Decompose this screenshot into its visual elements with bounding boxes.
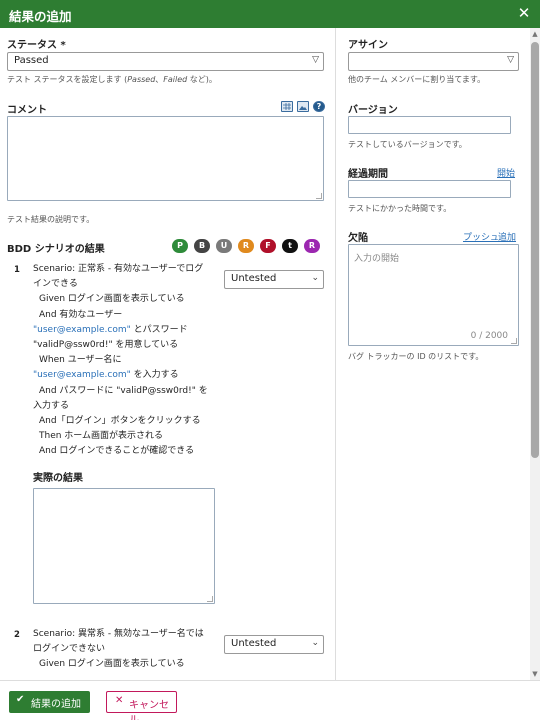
status-label: ステータス * [7, 40, 66, 51]
defects-push-link[interactable]: プッシュ [463, 230, 499, 243]
left-column: ステータス * Passed ▽ テスト ステータスを設定します (Passed… [0, 28, 336, 680]
scenario-result-select[interactable]: Untested ⌄ [224, 270, 324, 289]
step-line: "user@example.com" とパスワード [33, 324, 188, 335]
scroll-up-icon[interactable]: ▲ [530, 28, 540, 40]
assign-select[interactable]: ▽ [348, 52, 519, 71]
resize-handle[interactable] [511, 338, 517, 344]
right-column: アサイン ▽ 他のチーム メンバーに割り当てます。 バージョン テストしているバ… [337, 28, 530, 680]
comment-textarea[interactable] [7, 116, 324, 201]
step-line: And「ログイン」ボタンをクリックする [39, 416, 201, 427]
elapsed-start-link[interactable]: 開始 [497, 166, 515, 179]
step-line: 入力する [33, 400, 70, 411]
comment-toolbar: ? [281, 101, 326, 113]
step-line: インできる [33, 279, 78, 290]
badge-r[interactable]: R [304, 239, 320, 253]
dialog-footer: ✔ 結果の追加 ✕ キャンセル [0, 680, 540, 720]
scrollbar[interactable]: ▲ ▼ [530, 28, 540, 680]
scroll-down-icon[interactable]: ▼ [530, 668, 540, 680]
step-line: And ログインできることが確認できる [39, 446, 195, 457]
defects-label: 欠陥 [348, 233, 368, 244]
scenario-result-value: Untested [231, 638, 277, 649]
badge-blocked[interactable]: B [194, 239, 210, 253]
step-line: Given ログイン画面を表示している [39, 659, 185, 670]
status-help: テスト ステータスを設定します (Passed、Failed など)。 [7, 75, 217, 84]
cancel-button[interactable]: ✕ キャンセル [106, 691, 177, 720]
assign-help: 他のチーム メンバーに割り当てます。 [348, 75, 486, 84]
badge-failed[interactable]: F [260, 239, 276, 253]
actual-result-textarea[interactable] [33, 488, 215, 604]
defects-placeholder: 入力の開始 [354, 254, 400, 264]
elapsed-input[interactable] [348, 180, 511, 198]
bdd-title: BDD シナリオの結果 [7, 244, 105, 255]
add-result-button[interactable]: ✔ 結果の追加 [9, 691, 90, 713]
step-line: And 有効なユーザー [39, 309, 123, 320]
defects-add-link[interactable]: 追加 [498, 230, 516, 243]
dialog-titlebar: 結果の追加 ✕ [0, 0, 540, 28]
add-result-button-label: 結果の追加 [31, 699, 81, 710]
scenario-steps: Scenario: 異常系 - 無効なユーザー名では ログインできない Give… [33, 627, 219, 673]
step-line: And パスワードに "validP@ssw0rd!" を [39, 385, 208, 396]
status-select[interactable]: Passed ▽ [7, 52, 324, 71]
chevron-down-icon: ⌄ [311, 638, 319, 648]
defects-counter: 0 / 2000 [470, 331, 508, 341]
resize-handle[interactable] [316, 193, 322, 199]
help-icon[interactable]: ? [313, 101, 325, 112]
dialog-title: 結果の追加 [9, 9, 72, 24]
scenario-number: 1 [14, 265, 20, 275]
step-line: "validP@ssw0rd!" を用意している [33, 340, 179, 351]
elapsed-help: テストにかかった時間です。 [348, 204, 452, 213]
scenario-result-select[interactable]: Untested ⌄ [224, 635, 324, 654]
defects-help: バグ トラッカーの ID のリストです。 [348, 352, 484, 361]
version-label: バージョン [348, 105, 398, 116]
chevron-down-icon: ▽ [507, 55, 514, 65]
check-icon: ✔ [16, 694, 25, 705]
status-select-value: Passed [14, 55, 49, 66]
badge-t[interactable]: t [282, 239, 298, 253]
comment-label: コメント [7, 105, 47, 116]
badge-passed[interactable]: P [172, 239, 188, 253]
step-line: Scenario: 異常系 - 無効なユーザー名では [33, 629, 204, 639]
cancel-button-label: キャンセル [129, 700, 169, 720]
table-icon[interactable] [281, 101, 293, 112]
chevron-down-icon: ⌄ [311, 273, 319, 283]
image-icon[interactable] [297, 101, 309, 112]
chevron-down-icon: ▽ [312, 55, 319, 65]
step-line: Scenario: 正常系 - 有効なユーザーでログ [33, 264, 204, 274]
badge-untested[interactable]: U [216, 239, 232, 253]
comment-help: テスト結果の説明です。 [7, 215, 95, 224]
defects-textarea[interactable]: 入力の開始 0 / 2000 [348, 244, 519, 346]
assign-label: アサイン [348, 40, 388, 51]
scrollbar-thumb[interactable] [531, 42, 539, 458]
scenario-result-value: Untested [231, 273, 277, 284]
dialog-content: ステータス * Passed ▽ テスト ステータスを設定します (Passed… [0, 28, 530, 680]
resize-handle[interactable] [207, 596, 213, 602]
scenario-number: 2 [14, 630, 20, 640]
step-line: Given ログイン画面を表示している [39, 294, 185, 305]
version-help: テストしているバージョンです。 [348, 140, 467, 149]
badge-retest[interactable]: R [238, 239, 254, 253]
close-icon[interactable]: ✕ [516, 4, 532, 22]
step-line: ログインできない [33, 644, 106, 655]
actual-result-label: 実際の結果 [33, 473, 83, 484]
scenario-steps: Scenario: 正常系 - 有効なユーザーでログ インできる Given ロ… [33, 262, 219, 460]
step-line: When ユーザー名に [39, 355, 122, 366]
step-line: "user@example.com" を入力する [33, 370, 179, 381]
version-input[interactable] [348, 116, 511, 134]
cancel-icon: ✕ [115, 695, 124, 706]
step-line: Then ホーム画面が表示される [39, 431, 164, 442]
elapsed-label: 経過期間 [348, 169, 388, 180]
